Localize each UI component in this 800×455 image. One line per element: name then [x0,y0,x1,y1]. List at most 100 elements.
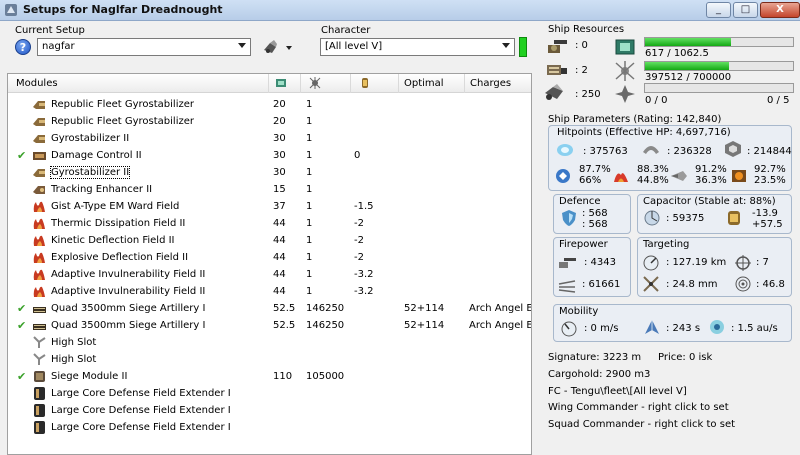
drone-bay-value: : 250 [575,89,601,100]
module-row[interactable]: Kinetic Deflection Field II 44 1 -2 [8,232,531,249]
header-charges[interactable]: Charges [470,78,511,89]
module-row[interactable]: ✔ Siege Module II 110 105000 [8,368,531,385]
module-row[interactable]: Large Core Defense Field Extender I [8,419,531,436]
module-powergrid: 105000 [306,371,345,382]
help-icon[interactable]: ? [15,39,31,55]
defence-top-value: : 568 [582,208,608,219]
wing-commander-text[interactable]: Wing Commander - right click to set [548,402,729,413]
module-row[interactable]: Republic Fleet Gyrostabilizer 20 1 [8,96,531,113]
minimize-button[interactable]: _ [706,2,731,18]
warp-speed-value: : 1.5 au/s [731,323,778,334]
character-select[interactable]: [All level V] [320,38,515,56]
current-setup-select[interactable]: nagfar [37,38,251,56]
module-row[interactable]: Republic Fleet Gyrostabilizer 20 1 [8,113,531,130]
header-modules[interactable]: Modules [16,78,58,89]
module-powergrid: 1 [306,252,313,263]
module-list[interactable]: Modules Optimal Charges Republic Fleet G… [7,73,532,455]
high-slot-icon [33,353,46,365]
module-row[interactable]: Gist A-Type EM Ward Field 37 1 -1.5 [8,198,531,215]
maximize-button[interactable]: □ [733,2,758,18]
close-button[interactable]: X [760,2,800,18]
cpu-icon[interactable] [275,77,287,89]
align-time-icon [645,320,659,334]
drone-menu-button[interactable] [262,38,296,56]
shield-hardener-icon [33,286,45,297]
module-capacitor: 0 [354,150,361,161]
capacitor-icon[interactable] [359,77,371,89]
active-check-icon: ✔ [17,149,27,162]
module-row[interactable]: Thermic Dissipation Field II 44 1 -2 [8,215,531,232]
module-name: Quad 3500mm Siege Artillery I [51,303,206,314]
em-resist-icon [556,169,570,183]
app-icon [5,4,17,16]
module-row[interactable]: Gyrostabilizer II 30 1 [8,164,531,181]
module-name: Tracking Enhancer II [51,184,153,195]
module-cpu: 52.5 [273,320,296,331]
powergrid-icon[interactable] [309,77,321,89]
max-targets-value: : 7 [756,257,769,268]
volley-icon [559,258,576,268]
active-check-icon: ✔ [17,302,27,315]
ship-resources-title: Ship Resources [548,24,625,35]
targeting-range-icon [643,255,659,271]
module-row[interactable]: High Slot [8,351,531,368]
dropdown-arrow-icon [286,46,292,50]
header-optimal[interactable]: Optimal [404,78,444,89]
module-row[interactable]: Adaptive Invulnerability Field II 44 1 -3.2 [8,266,531,283]
module-list-header: Modules Optimal Charges [8,74,531,93]
module-cpu: 110 [273,371,293,382]
module-row[interactable]: Explosive Deflection Field II 44 1 -2 [8,249,531,266]
module-row[interactable]: Large Core Defense Field Extender I [8,385,531,402]
capacitor-group: Capacitor (Stable at: 88%) : 59375 -13.9… [637,194,792,234]
shield-hardener-icon [33,269,45,280]
squad-commander-text[interactable]: Squad Commander - right click to set [548,419,735,430]
fleet-commander-text[interactable]: FC - Tengu\fleet\[All level V] [548,386,687,397]
capacitor-title: Capacitor (Stable at: 88%) [643,196,776,207]
chevron-down-icon [502,43,510,48]
dps-value: : 61661 [582,279,621,290]
module-powergrid: 1 [306,218,313,229]
module-powergrid: 146250 [306,320,345,331]
module-row[interactable]: ✔ Quad 3500mm Siege Artillery I 52.5 146250… [8,300,531,317]
gyrostabilizer-icon [33,169,45,177]
module-name: High Slot [51,354,97,365]
targeting-range-value: : 127.19 km [666,257,727,268]
module-row[interactable]: Gyrostabilizer II 30 1 [8,130,531,147]
sensor-strength-icon [735,276,751,292]
rig-icon [34,421,45,434]
module-row[interactable]: High Slot [8,334,531,351]
capacitor-recharge-value: +57.5 [752,219,783,230]
warp-speed-icon [710,320,724,334]
module-row[interactable]: Adaptive Invulnerability Field II 44 1 -3.2 [8,283,531,300]
module-cpu: 20 [273,116,286,127]
module-powergrid: 1 [306,184,313,195]
module-row[interactable]: ✔ Damage Control II 30 1 0 [8,147,531,164]
module-name: Republic Fleet Gyrostabilizer [51,116,194,127]
volley-damage-value: : 4343 [584,257,616,268]
kinetic-resist-bottom: 36.3% [695,175,727,186]
artillery-icon [33,324,46,330]
calibration-icon [615,85,635,103]
thermal-resist-top: 88.3% [637,164,669,175]
dps-icon [558,280,576,293]
module-optimal: 52+114 [404,303,445,314]
tracking-enhancer-icon [33,186,45,194]
module-row[interactable]: Tracking Enhancer II 15 1 [8,181,531,198]
turret-hardpoints-value: : 0 [575,40,588,51]
damage-control-icon [33,152,46,160]
module-row[interactable]: ✔ Quad 3500mm Siege Artillery I 52.5 146250… [8,317,531,334]
module-powergrid: 1 [306,116,313,127]
capacitor-recharge-icon [728,211,740,225]
em-resist-top: 87.7% [579,164,611,175]
module-cpu: 52.5 [273,303,296,314]
module-name: Siege Module II [51,371,128,382]
character-value: [All level V] [325,41,383,52]
window-titlebar: Setups for Naglfar Dreadnought _ □ X [0,0,800,21]
high-slot-icon [33,336,46,348]
header-separator [300,74,301,93]
module-row[interactable]: Large Core Defense Field Extender I [8,402,531,419]
ship-parameters-title: Ship Parameters (Rating: 142,840) [548,114,722,125]
header-separator [398,74,399,93]
defence-title: Defence [559,196,601,207]
module-powergrid: 1 [306,269,313,280]
